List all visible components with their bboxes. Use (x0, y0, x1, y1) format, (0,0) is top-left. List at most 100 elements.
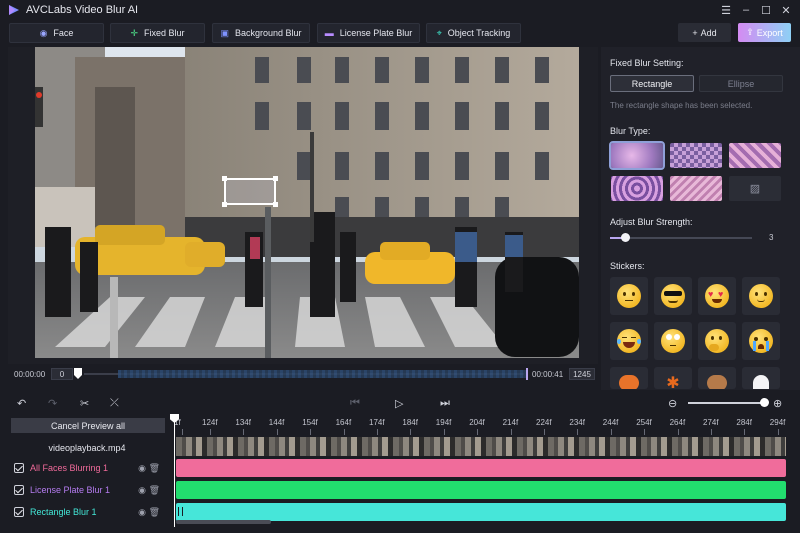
crosshair-icon: ✛ (130, 27, 139, 38)
ruler-tick-label: 134f (235, 418, 251, 427)
eye-icon[interactable]: ◉ (138, 485, 146, 496)
sticker-sunglasses-face[interactable] (654, 277, 692, 315)
start-frame-field[interactable]: 0 (51, 368, 73, 380)
play-icon[interactable]: ▷ (395, 397, 403, 410)
blur-type-motion[interactable] (670, 176, 722, 201)
tab-face[interactable]: ◉ Face (9, 23, 104, 43)
eye-roll-face-icon (661, 329, 685, 353)
zoom-out-icon[interactable]: ⊖ (668, 397, 677, 410)
sticker-bear[interactable] (698, 367, 736, 389)
blur-strength-slider[interactable] (610, 237, 752, 239)
face-icon: ◉ (39, 27, 48, 38)
sticker-maple-leaf[interactable]: ✱ (654, 367, 692, 389)
sticker-crying-face[interactable] (742, 322, 780, 360)
sticker-ghost[interactable] (742, 367, 780, 389)
next-frame-icon[interactable]: ⏭ (440, 397, 450, 410)
timeline-zoom-knob[interactable] (760, 398, 769, 407)
sticker-pumpkin[interactable] (610, 367, 648, 389)
laughing-face-icon (617, 329, 641, 353)
track-row-faces[interactable]: All Faces Blurring 1 ◉ 🗑 (8, 457, 166, 479)
eye-icon[interactable]: ◉ (138, 463, 146, 474)
menu-icon[interactable]: ☰ (718, 2, 734, 18)
previous-frame-icon[interactable]: ⏮ (350, 397, 360, 410)
track-row-license-plate[interactable]: License Plate Blur 1 ◉ 🗑 (8, 479, 166, 501)
add-button[interactable]: + Add (678, 23, 731, 42)
ruler-tick-label: 184f (402, 418, 418, 427)
minimize-icon[interactable]: – (738, 2, 754, 18)
tab-license-plate-blur[interactable]: ▬ License Plate Blur (317, 23, 420, 43)
bear-icon (707, 375, 727, 389)
video-filmstrip[interactable] (176, 437, 786, 456)
ruler-tick-mark (243, 429, 245, 435)
undo-icon[interactable]: ↶ (17, 397, 26, 410)
shape-rectangle-button[interactable]: Rectangle (610, 75, 694, 92)
eye-icon[interactable]: ◉ (138, 507, 146, 518)
resize-handle[interactable] (222, 176, 227, 181)
sticker-smiling-face[interactable] (742, 277, 780, 315)
ruler-tick-mark (210, 429, 211, 435)
image-upload-icon: ▨ (749, 183, 761, 195)
track-visible-checkbox[interactable] (14, 463, 24, 473)
tab-fixed-blur[interactable]: ✛ Fixed Blur (110, 23, 205, 43)
ruler-tick-label: 224f (536, 418, 552, 427)
timeline-horizontal-scrollbar[interactable] (176, 520, 271, 524)
shape-ellipse-button[interactable]: Ellipse (699, 75, 783, 92)
trash-icon[interactable]: 🗑 (149, 507, 160, 518)
out-point-handle[interactable] (526, 368, 528, 380)
export-button[interactable]: ⇪ Export (738, 23, 791, 42)
sticker-neutral-face[interactable] (610, 277, 648, 315)
target-icon: ⌖ (436, 27, 442, 38)
close-icon[interactable]: ✕ (778, 2, 794, 18)
resize-handle[interactable] (222, 202, 227, 207)
zoom-in-icon[interactable]: ⊕ (773, 397, 782, 410)
clip-trim-handle[interactable] (178, 507, 183, 516)
ruler-tick-label: 194f (435, 418, 452, 427)
blur-type-gaussian[interactable] (609, 141, 665, 170)
sticker-thinking-face[interactable] (698, 322, 736, 360)
timeline-ruler[interactable]: 1f 124f 134f 144f 154f 164f 174f 184f 194f 204f 21… (174, 414, 786, 436)
end-frame-field[interactable]: 1245 (569, 368, 595, 380)
playhead-line[interactable] (174, 414, 175, 527)
tab-object-tracking[interactable]: ⌖ Object Tracking (426, 23, 521, 43)
timeline-zoom-slider[interactable] (688, 402, 765, 404)
tab-background-blur[interactable]: ▣ Background Blur (212, 23, 310, 43)
split-icon[interactable]: ✂ (80, 397, 89, 410)
maximize-icon[interactable]: ☐ (758, 2, 774, 18)
ruler-tick-mark (644, 429, 646, 435)
ruler-tick-label: 234f (569, 418, 585, 427)
redo-icon[interactable]: ↷ (48, 397, 57, 410)
cut-icon[interactable]: ⤫ (110, 397, 119, 410)
sticker-eye-roll-face[interactable] (654, 322, 692, 360)
blur-type-radial[interactable] (611, 176, 663, 201)
blur-type-pixelate[interactable] (670, 143, 722, 168)
track-visible-checkbox[interactable] (14, 507, 24, 517)
ruler-tick-mark (777, 429, 779, 435)
track-visible-checkbox[interactable] (14, 485, 24, 495)
blur-type-heading: Blur Type: (610, 126, 651, 136)
ruler-tick-label: 254f (636, 418, 652, 427)
resize-handle[interactable] (273, 176, 278, 181)
rectangle-blur-selection[interactable] (222, 176, 278, 207)
scrubber-range[interactable] (118, 370, 528, 378)
stickers-heading: Stickers: (610, 261, 645, 271)
crying-face-icon (749, 329, 773, 353)
resize-handle[interactable] (273, 202, 278, 207)
tab-license-plate-blur-label: License Plate Blur (339, 28, 413, 38)
trash-icon[interactable]: 🗑 (149, 485, 160, 496)
blur-strength-heading: Adjust Blur Strength: (610, 217, 693, 227)
blur-type-custom-image[interactable]: ▨ (729, 176, 781, 201)
track-row-rectangle[interactable]: Rectangle Blur 1 ◉ 🗑 (8, 501, 166, 523)
trash-icon[interactable]: 🗑 (149, 463, 160, 474)
neutral-face-icon (617, 284, 641, 308)
cancel-preview-all-button[interactable]: Cancel Preview all (11, 418, 165, 433)
rectangle-blur-clip[interactable] (176, 503, 786, 521)
blur-strength-knob[interactable] (621, 233, 630, 242)
in-point-handle[interactable] (74, 368, 82, 380)
sticker-laughing-face[interactable] (610, 322, 648, 360)
maple-leaf-icon: ✱ (666, 375, 680, 389)
license-plate-blur-clip[interactable] (176, 481, 786, 499)
blur-type-mosaic[interactable] (729, 143, 781, 168)
sticker-heart-eyes-face[interactable]: ♥ ♥ (698, 277, 736, 315)
video-frame[interactable] (35, 47, 579, 358)
faces-blur-clip[interactable] (176, 459, 786, 477)
